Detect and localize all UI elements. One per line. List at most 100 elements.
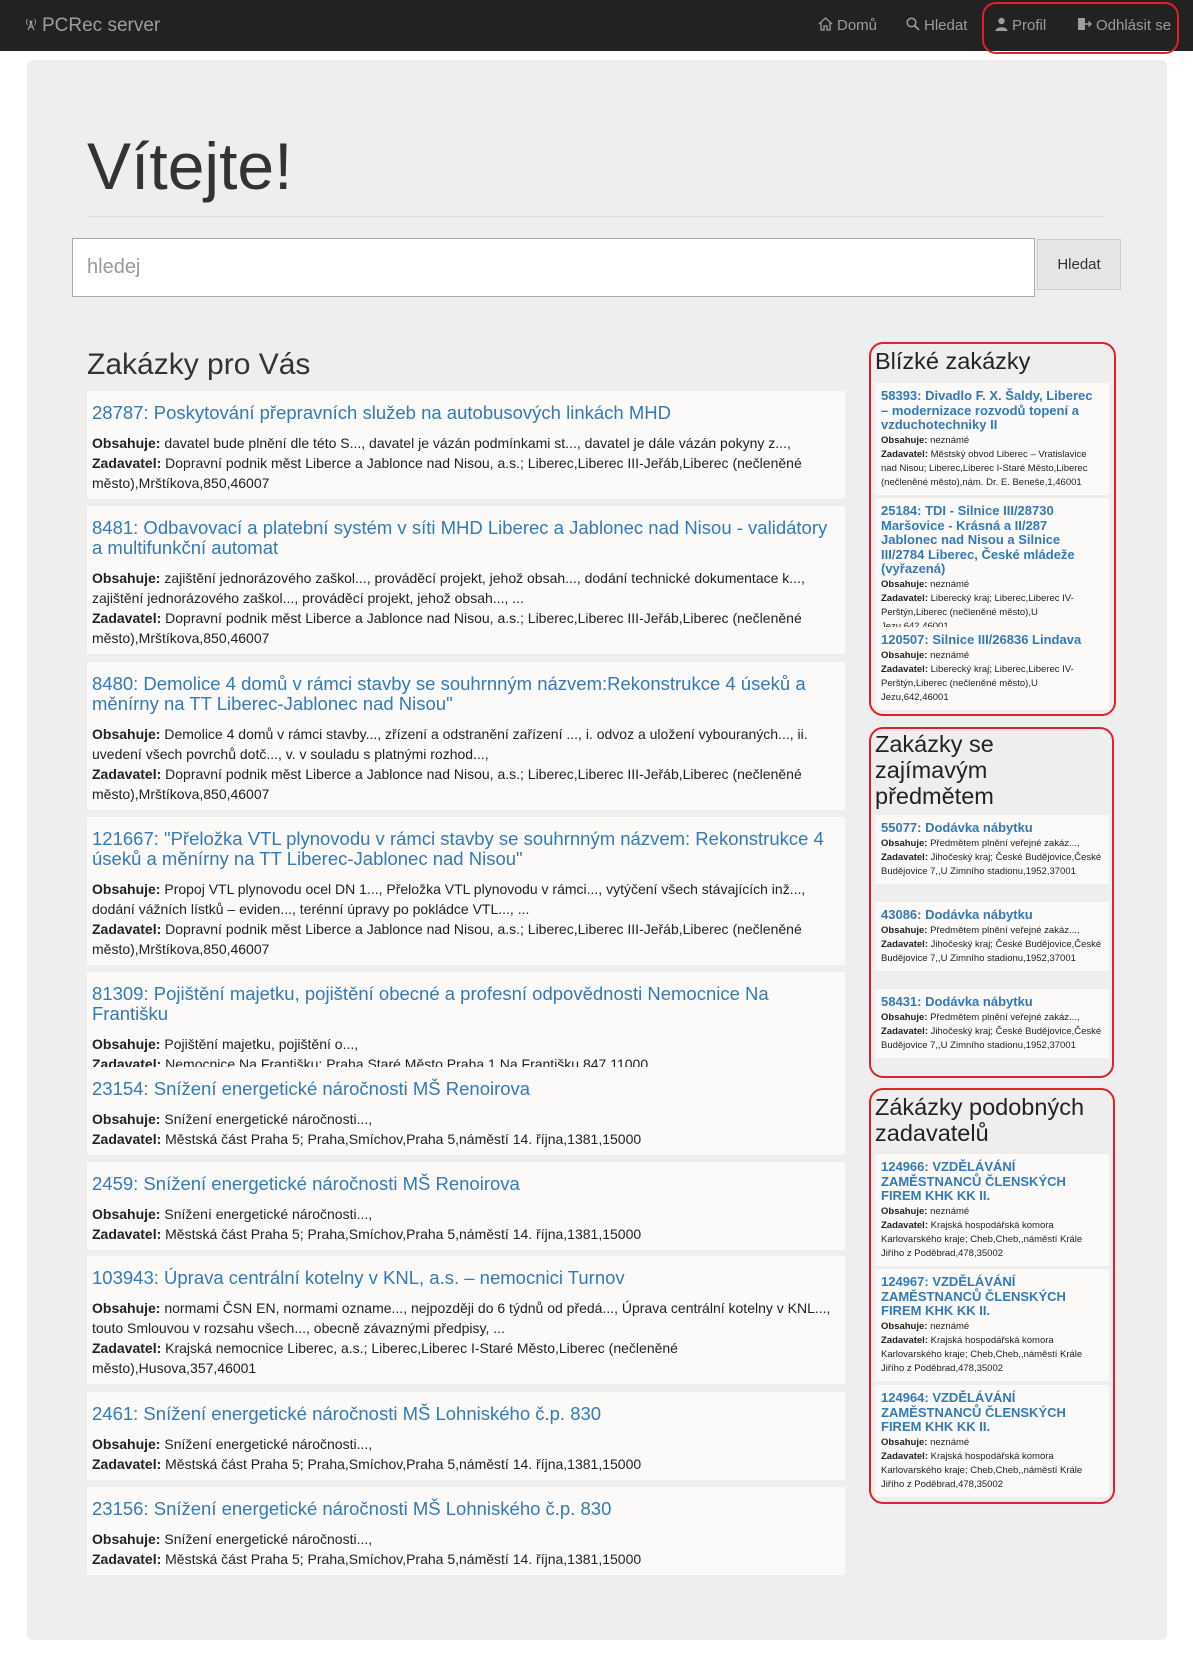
interesting-title-link[interactable]: 43086: Dodávka nábytku <box>881 907 1103 923</box>
tender-title-link[interactable]: 23156: Snížení energetické náročnosti MŠ… <box>92 1499 840 1519</box>
nearby-item: 120507: Silnice III/26836 Lindava Obsahu… <box>875 627 1109 710</box>
contracting-value: Městská část Praha 5; Praha,Smíchov,Prah… <box>165 1131 642 1147</box>
tender-title-link[interactable]: 8481: Odbavovací a platební systém v sít… <box>92 518 840 558</box>
nav-search[interactable]: Hledat <box>906 0 967 51</box>
side-contracting: Zadavatel: Krajská hospodářská komora Ka… <box>881 1219 1103 1261</box>
interesting-title-link[interactable]: 55077: Dodávka nábytku <box>881 820 1103 836</box>
nav-profile[interactable]: Profil <box>995 0 1046 51</box>
contains-value: Snížení energetické náročnosti..., <box>164 1111 373 1127</box>
contains-label: Obsahuje: <box>92 1300 161 1316</box>
similar-title-link[interactable]: 124966: VZDĚLÁVÁNÍ ZAMĚSTNANCŮ ČLENSKÝCH… <box>881 1159 1103 1204</box>
contains-value: neznámé <box>930 1436 970 1448</box>
search-button[interactable]: Hledat <box>1037 239 1121 290</box>
contains-label: Obsahuje: <box>881 1436 928 1448</box>
tender-contracting: Zadavatel: Dopravní podnik měst Liberce … <box>92 919 840 959</box>
tender-title-link[interactable]: 28787: Poskytování přepravních služeb na… <box>92 403 840 423</box>
contains-label: Obsahuje: <box>881 1011 928 1023</box>
tender-title-link[interactable]: 81309: Pojištění majetku, pojištění obec… <box>92 984 840 1024</box>
contracting-label: Zadavatel: <box>881 1450 928 1462</box>
contains-label: Obsahuje: <box>881 1320 928 1332</box>
tender-title-link[interactable]: 8480: Demolice 4 domů v rámci stavby se … <box>92 674 840 714</box>
side-contains: Obsahuje: Předmětem plnění veřejné zakáz… <box>881 837 1103 851</box>
side-contracting: Zadavatel: Krajská hospodářská komora Ka… <box>881 1334 1103 1376</box>
nearby-title-link[interactable]: 25184: TDI - Silnice III/28730 Maršovice… <box>881 503 1103 577</box>
contains-label: Obsahuje: <box>881 578 928 590</box>
contains-value: neznámé <box>930 649 970 661</box>
main-heading: Zakázky pro Vás <box>87 348 311 381</box>
tender-title-link[interactable]: 23154: Snížení energetické náročnosti MŠ… <box>92 1079 840 1099</box>
nav-logout[interactable]: Odhlásit se <box>1077 0 1171 51</box>
tender-title-link[interactable]: 103943: Úprava centrální kotelny v KNL, … <box>92 1268 840 1288</box>
tender-contains: Obsahuje: Snížení energetické náročnosti… <box>92 1434 840 1454</box>
tender-item: 23154: Snížení energetické náročnosti MŠ… <box>87 1067 845 1155</box>
contains-label: Obsahuje: <box>881 924 928 936</box>
contains-value: Snížení energetické náročnosti..., <box>164 1206 373 1222</box>
tender-contracting: Zadavatel: Dopravní podnik měst Liberce … <box>92 608 840 648</box>
contains-label: Obsahuje: <box>881 434 928 446</box>
nav-logout-label: Odhlásit se <box>1096 17 1172 34</box>
tender-contracting: Zadavatel: Dopravní podnik měst Liberce … <box>92 764 840 804</box>
contains-label: Obsahuje: <box>92 1206 161 1222</box>
contracting-label: Zadavatel: <box>881 1334 928 1346</box>
nav-search-label: Hledat <box>924 17 968 34</box>
contracting-value: Městská část Praha 5; Praha,Smíchov,Prah… <box>165 1456 642 1472</box>
tender-contains: Obsahuje: Demolice 4 domů v rámci stavby… <box>92 724 840 764</box>
contracting-label: Zadavatel: <box>881 1219 928 1231</box>
tender-contains: Obsahuje: davatel bude plnění dle této S… <box>92 433 840 453</box>
contains-value: davatel bude plnění dle této S..., davat… <box>164 435 791 451</box>
tender-contracting: Zadavatel: Krajská nemocnice Liberec, a.… <box>92 1338 840 1378</box>
contracting-value: Městská část Praha 5; Praha,Smíchov,Prah… <box>165 1226 642 1242</box>
side-contains: Obsahuje: neznámé <box>881 1205 1103 1219</box>
divider <box>87 216 1105 217</box>
search-input[interactable] <box>72 238 1035 297</box>
tender-title-link[interactable]: 2459: Snížení energetické náročnosti MŠ … <box>92 1174 840 1194</box>
similar-title-link[interactable]: 124964: VZDĚLÁVÁNÍ ZAMĚSTNANCŮ ČLENSKÝCH… <box>881 1390 1103 1435</box>
tender-item: 28787: Poskytování přepravních služeb na… <box>87 391 845 499</box>
side-contracting: Zadavatel: Jihočeský kraj; České Budějov… <box>881 938 1103 966</box>
tender-contains: Obsahuje: Snížení energetické náročnosti… <box>92 1109 840 1129</box>
nav-home[interactable]: Domů <box>818 0 877 51</box>
side-contains: Obsahuje: neznámé <box>881 649 1103 663</box>
contains-value: neznámé <box>930 578 970 590</box>
contracting-value: Městská část Praha 5; Praha,Smíchov,Prah… <box>165 1551 642 1567</box>
contains-value: Pojištění majetku, pojištění o..., <box>164 1036 359 1052</box>
contains-value: Snížení energetické náročnosti..., <box>164 1436 373 1452</box>
contracting-label: Zadavatel: <box>92 610 162 626</box>
tender-item: 8480: Demolice 4 domů v rámci stavby se … <box>87 662 845 810</box>
tender-contains: Obsahuje: Snížení energetické náročnosti… <box>92 1529 840 1549</box>
tender-item: 121667: "Přeložka VTL plynovodu v rámci … <box>87 817 845 965</box>
tender-contracting: Zadavatel: Dopravní podnik měst Liberce … <box>92 453 840 493</box>
tender-title-link[interactable]: 121667: "Přeložka VTL plynovodu v rámci … <box>92 829 840 869</box>
nearby-title-link[interactable]: 58393: Divadlo F. X. Šaldy, Liberec – mo… <box>881 388 1103 433</box>
contains-value: Předmětem plnění veřejné zakáz..., <box>930 837 1080 849</box>
tender-item: 2459: Snížení energetické náročnosti MŠ … <box>87 1162 845 1250</box>
side-contains: Obsahuje: Předmětem plnění veřejné zakáz… <box>881 924 1103 938</box>
interesting-item: 43086: Dodávka nábytku Obsahuje: Předmět… <box>875 902 1109 971</box>
similar-item: 124964: VZDĚLÁVÁNÍ ZAMĚSTNANCŮ ČLENSKÝCH… <box>875 1385 1109 1497</box>
brand[interactable]: PCRec server <box>24 0 160 51</box>
side-contracting: Zadavatel: Městský obvod Liberec – Vrati… <box>881 448 1103 490</box>
nearby-item: 25184: TDI - Silnice III/28730 Maršovice… <box>875 498 1109 639</box>
side-contains: Obsahuje: neznámé <box>881 434 1103 448</box>
contains-value: Snížení energetické náročnosti..., <box>164 1531 373 1547</box>
side-contains: Obsahuje: Předmětem plnění veřejné zakáz… <box>881 1011 1103 1025</box>
contracting-label: Zadavatel: <box>92 1226 162 1242</box>
interesting-heading: Zakázky se zajímavým předmětem <box>875 731 994 809</box>
contracting-label: Zadavatel: <box>92 455 162 471</box>
contracting-value: Dopravní podnik měst Liberce a Jablonce … <box>92 766 802 802</box>
similar-title-link[interactable]: 124967: VZDĚLÁVÁNÍ ZAMĚSTNANCŮ ČLENSKÝCH… <box>881 1274 1103 1319</box>
interesting-title-link[interactable]: 58431: Dodávka nábytku <box>881 994 1103 1010</box>
home-icon <box>818 17 833 34</box>
contains-value: Předmětem plnění veřejné zakáz..., <box>930 924 1080 936</box>
tender-item: 81309: Pojištění majetku, pojištění obec… <box>87 972 845 1080</box>
brand-label: PCRec server <box>42 14 161 36</box>
contracting-label: Zadavatel: <box>92 1340 162 1356</box>
similar-heading: Zákázky podobných zadavatelů <box>875 1094 1085 1146</box>
nearby-title-link[interactable]: 120507: Silnice III/26836 Lindava <box>881 632 1103 648</box>
contracting-value: Dopravní podnik měst Liberce a Jablonce … <box>92 610 802 646</box>
tender-contains: Obsahuje: Pojištění majetku, pojištění o… <box>92 1034 840 1054</box>
contracting-label: Zadavatel: <box>881 663 928 675</box>
tender-contracting: Zadavatel: Městská část Praha 5; Praha,S… <box>92 1129 840 1149</box>
tender-title-link[interactable]: 2461: Snížení energetické náročnosti MŠ … <box>92 1404 840 1424</box>
contains-label: Obsahuje: <box>881 649 928 661</box>
